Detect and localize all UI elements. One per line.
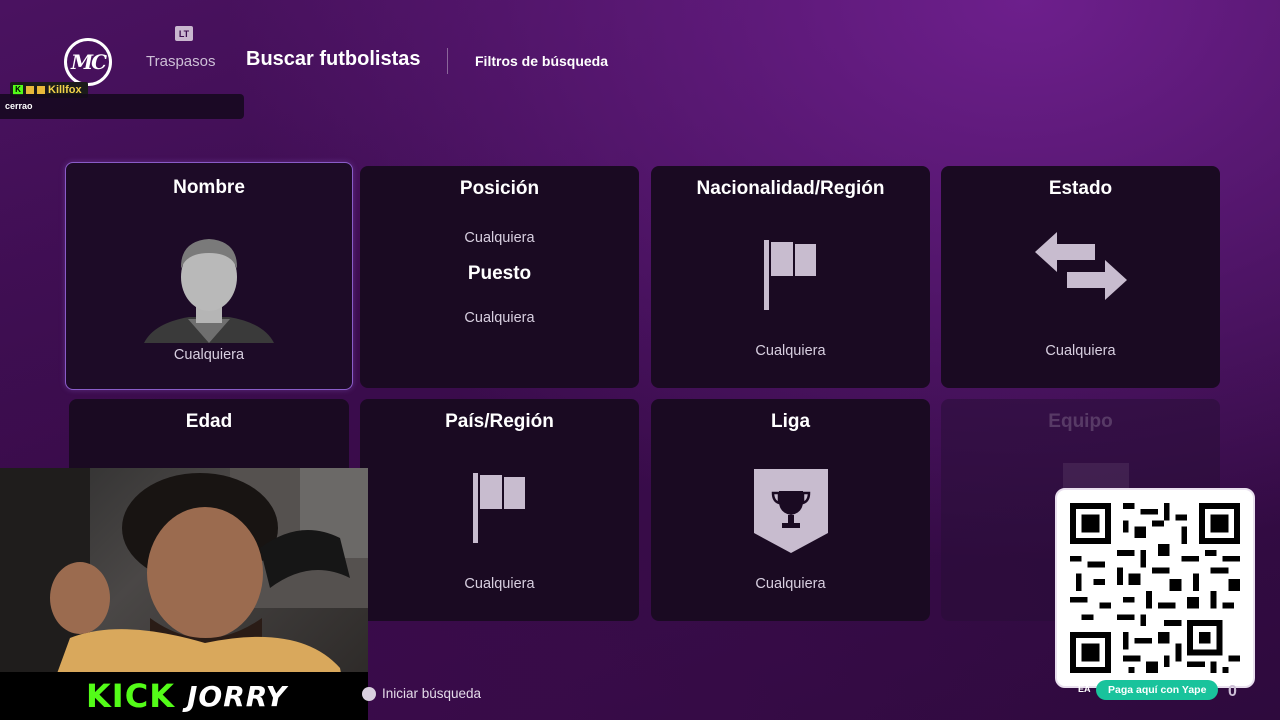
qr-code-image (1070, 503, 1240, 673)
start-search-label: Iniciar búsqueda (382, 686, 482, 701)
card-value: Cualquiera (464, 230, 535, 246)
search-filters-label: Filtros de búsqueda (475, 53, 609, 69)
corner-counter: 0 (1228, 683, 1237, 700)
filter-card-position[interactable]: Posición Cualquiera Puesto Cualquiera (360, 166, 639, 388)
lt-button-hint: LT (175, 26, 193, 41)
card-title: Estado (1048, 178, 1113, 199)
controller-button-icon (362, 686, 376, 701)
flag-icon (763, 240, 816, 310)
stream-name-bar: KICK JORRY (0, 672, 368, 720)
card-title: Posición (459, 178, 540, 199)
card-value: Cualquiera (755, 343, 826, 359)
card-title: Nacionalidad/Región (696, 178, 885, 199)
filter-card-nationality[interactable]: Nacionalidad/Región Cualquiera (651, 166, 930, 388)
card-subtitle: Puesto (467, 263, 532, 284)
card-value: Cualquiera (1045, 343, 1116, 359)
filter-card-country[interactable]: País/Región Cualquiera (360, 399, 639, 621)
chat-message: cerrao (0, 94, 244, 119)
filter-card-status[interactable]: Estado Cualquiera (941, 166, 1220, 388)
gift-badge-icon (37, 86, 45, 94)
card-subvalue: Cualquiera (464, 310, 535, 326)
player-silhouette-icon (144, 239, 274, 343)
ea-logo: EA (1078, 684, 1091, 694)
trophy-shield-icon (753, 469, 828, 553)
card-value: Cualquiera (755, 576, 826, 592)
streamer-name: JORRY (186, 679, 288, 713)
filter-card-name[interactable]: Nombre Cualquiera (65, 162, 353, 390)
card-title: Liga (770, 411, 811, 432)
card-title: Equipo (1048, 411, 1113, 432)
tab-divider (447, 48, 448, 74)
card-title: Edad (185, 411, 233, 432)
tab-search-players[interactable]: Buscar futbolistas (246, 48, 420, 71)
card-title: País/Región (445, 411, 554, 432)
yape-payment-label: Paga aquí con Yape (1096, 680, 1219, 700)
start-search-hint[interactable]: Iniciar búsqueda (362, 686, 481, 701)
card-title: Nombre (173, 177, 245, 198)
qr-code-panel (1055, 488, 1255, 688)
card-value: Cualquiera (173, 347, 245, 363)
filter-card-league[interactable]: Liga Cualquiera (651, 399, 930, 621)
sub-badge-icon (26, 86, 34, 94)
tab-transfers[interactable]: Traspasos (146, 53, 215, 70)
app-logo: MC (64, 38, 112, 86)
flag-icon (472, 473, 525, 543)
card-value: Cualquiera (464, 576, 535, 592)
kick-logo: KICK (86, 677, 175, 715)
transfer-arrows-icon (1034, 232, 1127, 300)
